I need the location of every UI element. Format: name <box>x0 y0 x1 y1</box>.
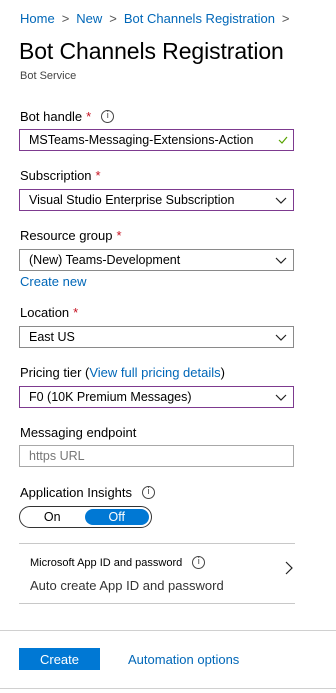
chevron-right-icon: > <box>281 11 290 26</box>
location-select[interactable]: East US <box>19 326 294 348</box>
bot-handle-label: Bot handle * i <box>20 109 115 124</box>
breadcrumb-bot-channels-registration[interactable]: Bot Channels Registration <box>124 11 275 26</box>
info-icon[interactable]: i <box>142 486 156 499</box>
bot-handle-input[interactable]: MSTeams-Messaging-Extensions-Action <box>19 129 294 151</box>
subscription-select[interactable]: Visual Studio Enterprise Subscription <box>19 189 294 211</box>
subscription-label: Subscription * <box>20 168 101 183</box>
messaging-endpoint-label: Messaging endpoint <box>20 425 137 440</box>
checkmark-icon <box>273 136 293 144</box>
footer-divider <box>0 630 336 631</box>
required-marker: * <box>86 109 92 124</box>
app-id-password-row[interactable]: Microsoft App ID and password i Auto cre… <box>19 543 295 603</box>
info-icon[interactable]: i <box>101 110 115 123</box>
required-marker: * <box>116 228 122 243</box>
application-insights-toggle[interactable]: On Off <box>19 506 152 528</box>
create-button[interactable]: Create <box>19 648 100 670</box>
automation-options-link[interactable]: Automation options <box>128 652 239 667</box>
pricing-tier-label: Pricing tier (View full pricing details) <box>20 365 225 380</box>
location-label: Location * <box>20 305 79 320</box>
toggle-off-option[interactable]: Off <box>84 509 149 525</box>
chevron-down-icon <box>269 327 293 347</box>
required-marker: * <box>73 305 79 320</box>
chevron-down-icon <box>269 387 293 407</box>
resource-group-label: Resource group * <box>20 228 122 243</box>
chevron-right-icon: > <box>109 11 117 26</box>
breadcrumb-home[interactable]: Home <box>20 11 55 26</box>
chevron-down-icon <box>269 250 293 270</box>
page-subtitle: Bot Service <box>20 70 77 82</box>
app-id-title: Microsoft App ID and password <box>30 556 183 569</box>
view-pricing-link[interactable]: View full pricing details <box>89 365 220 380</box>
breadcrumb: Home > New > Bot Channels Registration > <box>20 11 297 26</box>
divider <box>19 603 295 604</box>
app-id-value: Auto create App ID and password <box>30 578 224 593</box>
breadcrumb-new[interactable]: New <box>76 11 102 26</box>
chevron-down-icon <box>269 190 293 210</box>
bottom-divider <box>0 688 336 689</box>
required-marker: * <box>95 168 101 183</box>
chevron-right-icon: > <box>61 11 70 26</box>
messaging-endpoint-input[interactable]: https URL <box>19 445 294 467</box>
resource-group-select[interactable]: (New) Teams-Development <box>19 249 294 271</box>
toggle-on-option[interactable]: On <box>20 507 85 527</box>
page-title: Bot Channels Registration <box>19 38 284 64</box>
chevron-right-icon <box>285 561 293 580</box>
create-new-link[interactable]: Create new <box>20 274 86 289</box>
pricing-tier-select[interactable]: F0 (10K Premium Messages) <box>19 386 294 408</box>
application-insights-label: Application Insights i <box>20 485 156 500</box>
info-icon[interactable]: i <box>192 556 206 569</box>
